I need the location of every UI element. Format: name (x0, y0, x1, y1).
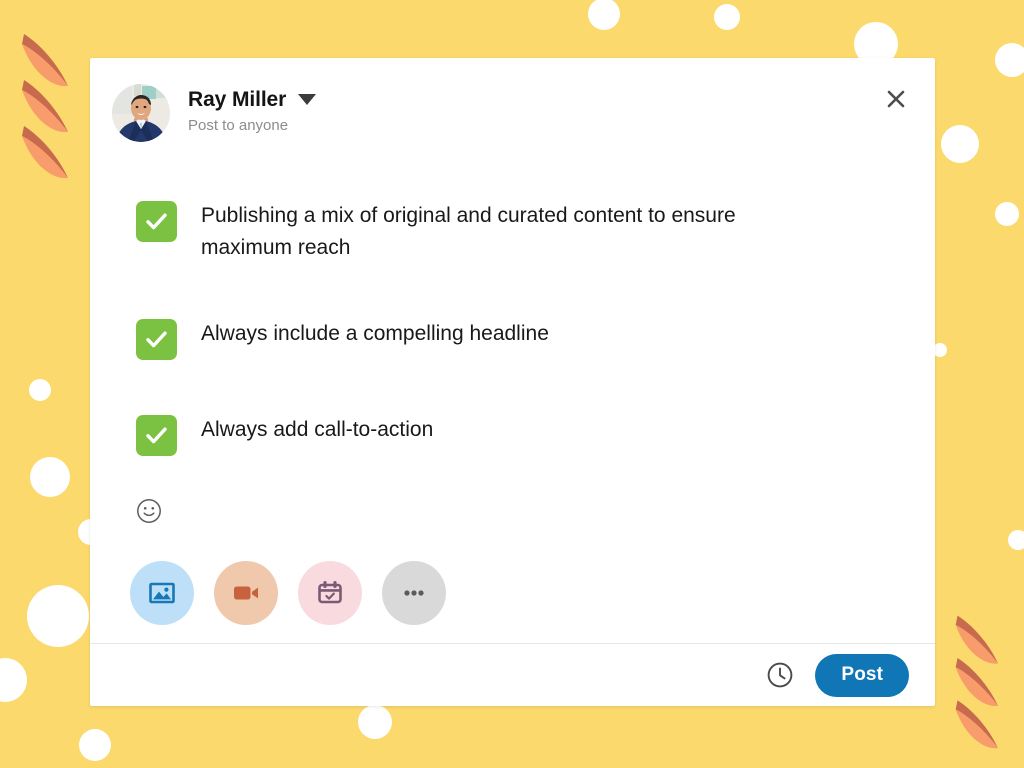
background-dot (933, 343, 947, 357)
check-icon (146, 331, 167, 348)
composer-header: Ray Miller Post to anyone (90, 58, 935, 158)
close-button[interactable] (883, 86, 909, 112)
background-dot (30, 457, 70, 497)
checklist-item: Always add call-to-action (136, 414, 935, 456)
checklist-item: Always include a compelling headline (136, 318, 935, 360)
checklist-item-text: Always include a compelling headline (201, 322, 549, 345)
attachment-buttons (90, 561, 935, 625)
checklist-item-text: Publishing a mix of original and curated… (201, 204, 736, 259)
page-title: Ray Miller (188, 88, 287, 111)
background-dot (79, 729, 111, 761)
emoji-row (90, 498, 935, 529)
schedule-post-button[interactable] (765, 660, 795, 690)
video-button[interactable] (214, 561, 278, 625)
background-dot (714, 4, 740, 30)
event-button[interactable] (298, 561, 362, 625)
checkbox-checked[interactable] (136, 319, 177, 360)
emoji-button[interactable] (136, 498, 162, 524)
smiley-face-icon (137, 499, 161, 523)
avatar[interactable] (112, 84, 170, 142)
more-button[interactable] (382, 561, 446, 625)
chevron-down-icon[interactable] (298, 94, 317, 106)
checklist: Publishing a mix of original and curated… (90, 200, 935, 456)
ellipsis-icon (404, 590, 424, 596)
post-composer-dialog: Ray Miller Post to anyone Publishing a m… (90, 58, 935, 706)
composer-body: Publishing a mix of original and curated… (90, 158, 935, 643)
background-dot (995, 202, 1019, 226)
clock-icon (768, 662, 793, 688)
checkbox-checked[interactable] (136, 201, 177, 242)
image-icon (149, 582, 175, 604)
composer-footer: Post (90, 643, 935, 706)
checkbox-checked[interactable] (136, 415, 177, 456)
checklist-item: Publishing a mix of original and curated… (136, 200, 935, 264)
photo-button[interactable] (130, 561, 194, 625)
background-dot (941, 125, 979, 163)
checklist-item-text: Always add call-to-action (201, 418, 434, 441)
identity-block: Ray Miller Post to anyone (188, 84, 317, 135)
audience-selector-label[interactable]: Post to anyone (188, 117, 316, 135)
background-dot (27, 585, 89, 647)
calendar-check-icon (318, 581, 342, 604)
check-icon (146, 213, 167, 230)
background-dot (29, 379, 51, 401)
profile-name-row: Ray Miller (188, 88, 317, 111)
check-icon (146, 427, 167, 444)
close-icon (887, 90, 905, 108)
background-dot (358, 705, 392, 739)
video-camera-icon (234, 586, 258, 600)
post-button[interactable]: Post (815, 653, 909, 697)
